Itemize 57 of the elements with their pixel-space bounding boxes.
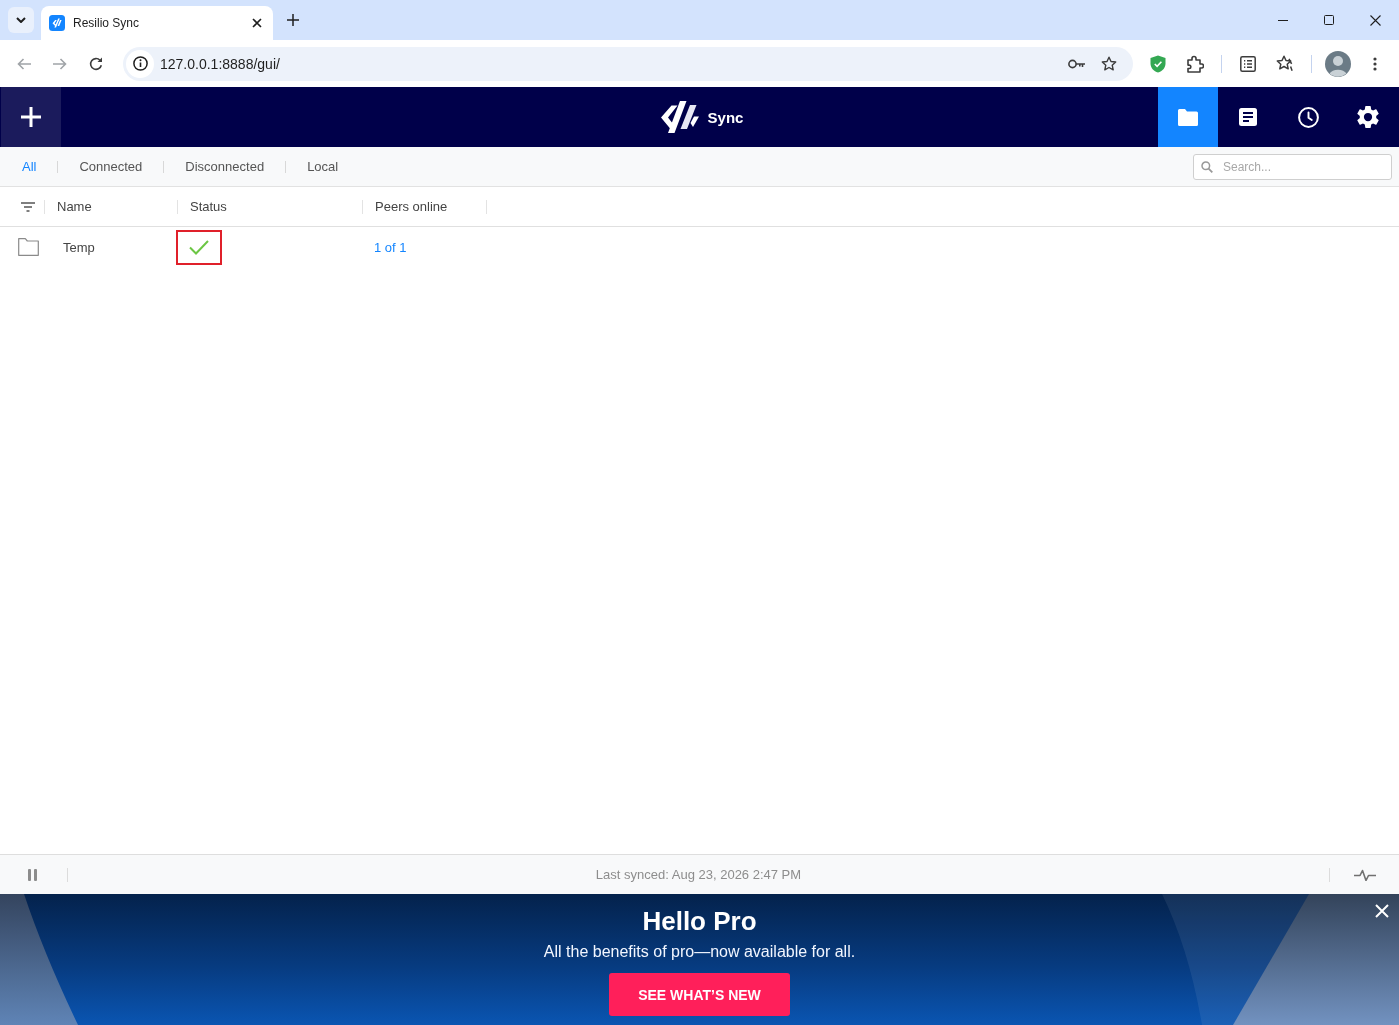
document-icon	[1239, 108, 1257, 126]
filter-tab[interactable]: Local	[286, 147, 360, 186]
close-icon	[252, 18, 262, 28]
close-icon	[1375, 904, 1389, 918]
search-field[interactable]: Search...	[1193, 153, 1392, 180]
banner-close-button[interactable]	[1373, 902, 1391, 920]
banner-title: Hello Pro	[642, 906, 757, 936]
close-icon	[1369, 14, 1381, 26]
column-header[interactable]: Peers online	[363, 199, 448, 214]
list-icon	[1240, 55, 1256, 72]
folders-button[interactable]	[1158, 87, 1218, 147]
checkmark-icon	[189, 239, 209, 255]
filter-icon	[21, 201, 35, 212]
search-icon	[1201, 160, 1213, 173]
folder-name: Temp	[62, 240, 95, 255]
clock-icon	[1297, 106, 1319, 128]
chevron-down-icon	[16, 17, 26, 23]
tab-title: Resilio Sync	[73, 16, 141, 30]
star-lines-icon	[1275, 55, 1295, 72]
peers-online-link[interactable]: 1 of 1	[363, 240, 407, 255]
column-header[interactable]: Name	[45, 199, 92, 214]
info-icon	[132, 56, 148, 71]
key-icon	[1068, 58, 1086, 69]
shield-icon	[1150, 54, 1166, 73]
maximize-icon	[1324, 15, 1334, 25]
filter-tab[interactable]: All	[1, 147, 58, 186]
back-arrow-icon	[17, 57, 31, 70]
plus-icon	[287, 14, 299, 26]
add-folder-button[interactable]	[1, 87, 61, 147]
folder-outline-icon	[18, 238, 39, 256]
column-header[interactable]: Status	[178, 199, 227, 214]
folder-icon	[1178, 108, 1198, 126]
pulse-icon	[1354, 868, 1376, 881]
brand-name: Sync	[707, 108, 744, 126]
star-icon	[1101, 55, 1117, 72]
reload-icon	[89, 56, 103, 71]
favicon-icon	[49, 15, 65, 31]
profile-button[interactable]	[1324, 49, 1352, 78]
minimize-icon	[1278, 19, 1288, 21]
settings-icon	[1357, 106, 1379, 128]
site-info-button[interactable]	[126, 49, 154, 78]
filter-tab[interactable]: Disconnected	[164, 147, 286, 186]
puzzle-icon	[1186, 54, 1204, 73]
logo-icon	[659, 101, 700, 133]
url-text: 127.0.0.1:8888/gui/	[160, 55, 280, 72]
browser-tab[interactable]: Resilio Sync	[41, 6, 273, 40]
see-whats-new-button[interactable]: SEE WHAT’S NEW	[609, 973, 790, 1016]
forward-arrow-icon	[53, 57, 67, 70]
avatar-icon	[1325, 50, 1351, 77]
address-bar[interactable]: 127.0.0.1:8888/gui/	[123, 46, 1133, 81]
plus-icon	[21, 107, 41, 127]
filter-tab[interactable]: Connected	[58, 147, 164, 186]
more-icon	[1373, 56, 1377, 71]
tab-list-button[interactable]	[8, 7, 34, 33]
pause-icon	[27, 868, 37, 881]
banner-subtitle: All the benefits of pro—now available for all.	[543, 942, 856, 962]
last-synced-text: Last synced: Aug 23, 2026 2:47 PM	[594, 867, 803, 882]
